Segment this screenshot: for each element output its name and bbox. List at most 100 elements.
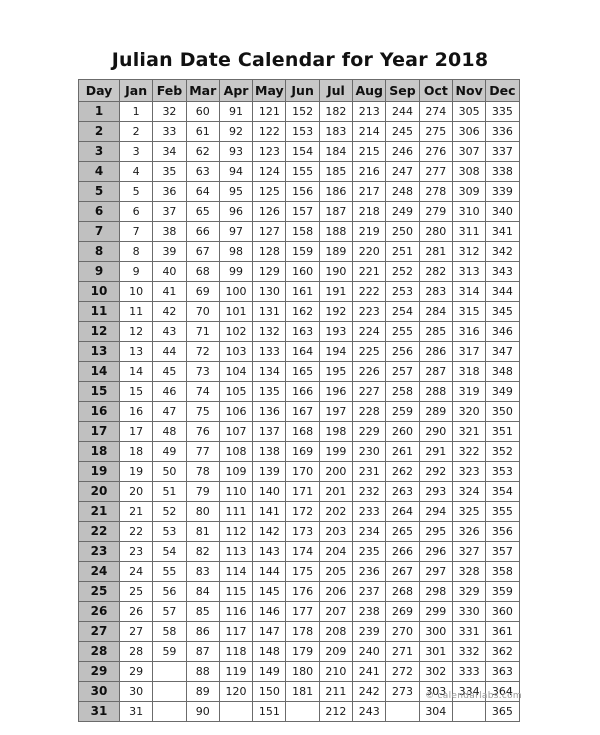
julian-day-cell: 300 xyxy=(418,621,453,642)
julian-day-cell: 67 xyxy=(185,241,220,262)
julian-day-cell: 356 xyxy=(485,521,520,542)
day-number-cell: 6 xyxy=(78,201,120,222)
day-number-cell: 8 xyxy=(78,241,120,262)
julian-day-cell: 125 xyxy=(252,181,287,202)
julian-day-cell: 222 xyxy=(352,281,387,302)
julian-day-cell: 284 xyxy=(418,301,453,322)
table-header-row: Day Jan Feb Mar Apr May Jun Jul Aug Sep Oct Nov Dec xyxy=(78,79,520,102)
julian-day-cell: 280 xyxy=(418,221,453,242)
julian-day-cell: 11 xyxy=(118,301,154,322)
day-number-cell: 16 xyxy=(78,401,120,422)
julian-day-cell: 65 xyxy=(185,201,220,222)
julian-day-cell: 90 xyxy=(185,701,220,722)
table-row: 8 8 39 67 98 128 159 189 220 251 281 312 342 xyxy=(78,241,520,262)
julian-day-cell: 237 xyxy=(352,581,387,602)
day-number-cell: 14 xyxy=(78,361,120,382)
julian-day-cell: 315 xyxy=(451,301,487,322)
julian-day-cell: 263 xyxy=(385,481,420,502)
julian-day-cell: 136 xyxy=(252,401,287,422)
julian-day-cell: 6 xyxy=(118,201,154,222)
julian-day-cell: 359 xyxy=(485,581,520,602)
julian-day-cell: 186 xyxy=(318,181,354,202)
day-number-cell: 17 xyxy=(78,421,120,442)
julian-day-cell: 201 xyxy=(318,481,354,502)
julian-day-cell: 131 xyxy=(252,301,287,322)
julian-day-cell: 219 xyxy=(352,221,387,242)
julian-day-cell: 342 xyxy=(485,241,520,262)
column-header-dec: Dec xyxy=(485,79,520,102)
julian-day-cell: 277 xyxy=(418,161,453,182)
julian-day-cell: 59 xyxy=(152,641,187,662)
julian-day-cell: 343 xyxy=(485,261,520,282)
day-number-cell: 29 xyxy=(78,661,120,682)
julian-day-cell: 358 xyxy=(485,561,520,582)
julian-day-cell: 40 xyxy=(152,261,187,282)
julian-day-cell: 244 xyxy=(385,101,420,122)
julian-day-cell: 34 xyxy=(152,141,187,162)
julian-day-cell: 208 xyxy=(318,621,354,642)
julian-day-cell: 281 xyxy=(418,241,453,262)
julian-day-cell: 357 xyxy=(485,541,520,562)
julian-day-cell: 188 xyxy=(318,221,354,242)
julian-day-cell: 231 xyxy=(352,461,387,482)
julian-day-cell: 239 xyxy=(352,621,387,642)
julian-day-cell: 135 xyxy=(252,381,287,402)
julian-day-cell: 221 xyxy=(352,261,387,282)
julian-day-cell: 114 xyxy=(218,561,254,582)
julian-day-cell: 215 xyxy=(352,141,387,162)
julian-day-cell: 25 xyxy=(118,581,154,602)
julian-day-cell: 341 xyxy=(485,221,520,242)
julian-day-cell: 106 xyxy=(218,401,254,422)
julian-day-cell: 311 xyxy=(451,221,487,242)
julian-day-cell: 72 xyxy=(185,341,220,362)
julian-day-cell: 251 xyxy=(385,241,420,262)
julian-day-cell: 126 xyxy=(252,201,287,222)
julian-day-cell: 250 xyxy=(385,221,420,242)
julian-day-cell: 276 xyxy=(418,141,453,162)
julian-day-cell: 230 xyxy=(352,441,387,462)
julian-day-cell: 293 xyxy=(418,481,453,502)
day-number-cell: 22 xyxy=(78,521,120,542)
julian-day-cell: 177 xyxy=(285,601,320,622)
julian-day-cell: 52 xyxy=(152,501,187,522)
table-row: 29 29 88 119 149 180 210 241 272 302 333 363 xyxy=(78,661,520,682)
column-header-apr: Apr xyxy=(218,79,254,102)
julian-day-cell: 307 xyxy=(451,141,487,162)
julian-day-cell: 74 xyxy=(185,381,220,402)
julian-day-cell xyxy=(152,701,187,722)
julian-day-cell: 275 xyxy=(418,121,453,142)
julian-day-cell: 171 xyxy=(285,481,320,502)
julian-day-cell: 140 xyxy=(252,481,287,502)
julian-day-cell: 119 xyxy=(218,661,254,682)
column-header-aug: Aug xyxy=(352,79,387,102)
julian-day-cell: 70 xyxy=(185,301,220,322)
julian-day-cell: 187 xyxy=(318,201,354,222)
julian-day-cell: 320 xyxy=(451,401,487,422)
julian-day-cell: 105 xyxy=(218,381,254,402)
julian-date-calendar-page: Julian Date Calendar for Year 2018 Day Ja… xyxy=(0,0,600,735)
julian-day-cell: 255 xyxy=(385,321,420,342)
julian-day-cell: 314 xyxy=(451,281,487,302)
julian-day-cell: 198 xyxy=(318,421,354,442)
julian-day-cell: 103 xyxy=(218,341,254,362)
julian-day-cell: 347 xyxy=(485,341,520,362)
julian-date-table: Day Jan Feb Mar Apr May Jun Jul Aug Sep Oct Nov Dec … xyxy=(78,79,520,722)
julian-day-cell: 73 xyxy=(185,361,220,382)
julian-day-cell: 325 xyxy=(451,501,487,522)
julian-day-cell: 116 xyxy=(218,601,254,622)
julian-day-cell: 226 xyxy=(352,361,387,382)
julian-day-cell: 228 xyxy=(352,401,387,422)
julian-day-cell: 104 xyxy=(218,361,254,382)
julian-day-cell: 200 xyxy=(318,461,354,482)
julian-day-cell: 361 xyxy=(485,621,520,642)
julian-day-cell: 266 xyxy=(385,541,420,562)
julian-day-cell: 60 xyxy=(185,101,220,122)
julian-day-cell: 317 xyxy=(451,341,487,362)
julian-day-cell: 331 xyxy=(451,621,487,642)
table-row: 9 9 40 68 99 129 160 190 221 252 282 313 343 xyxy=(78,261,520,282)
julian-day-cell: 138 xyxy=(252,441,287,462)
table-row: 11 11 42 70 101 131 162 192 223 254 284 315 345 xyxy=(78,301,520,322)
julian-day-cell: 48 xyxy=(152,421,187,442)
julian-day-cell: 243 xyxy=(352,701,387,722)
julian-day-cell: 161 xyxy=(285,281,320,302)
